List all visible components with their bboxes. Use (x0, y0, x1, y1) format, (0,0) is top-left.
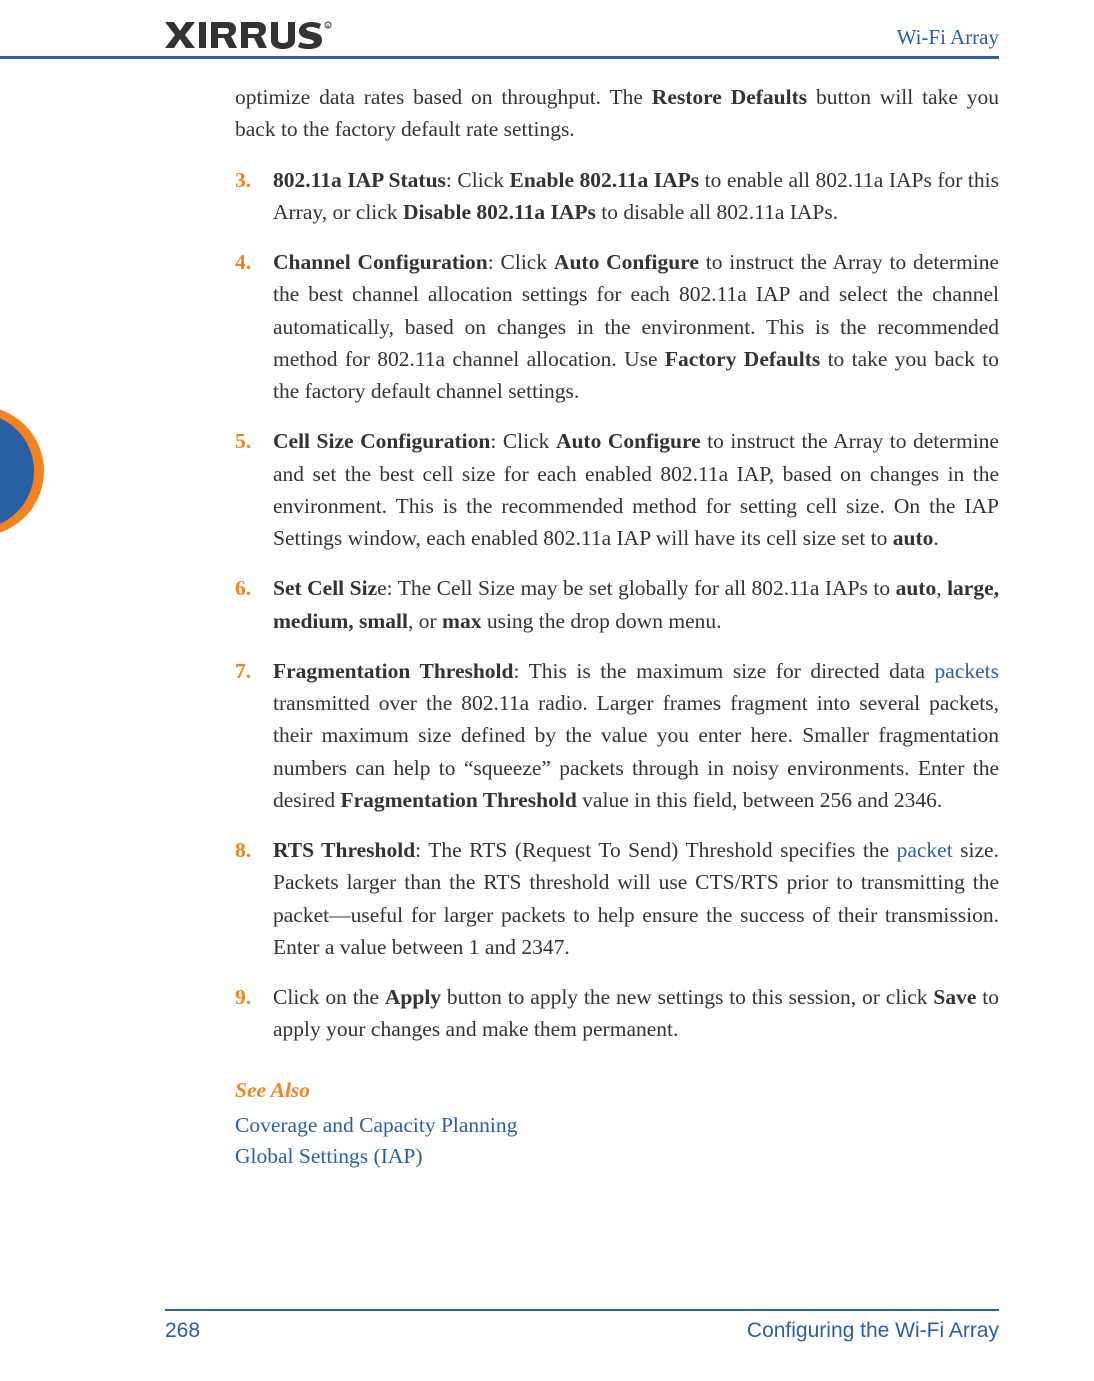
see-also-link[interactable]: Global Settings (IAP) (235, 1141, 999, 1172)
page-header: R Wi-Fi Array (0, 20, 999, 59)
item-text: Cell Size Configuration (273, 429, 490, 453)
item-text: value in this field, between 256 and 234… (577, 788, 942, 812)
numbered-item: 6.Set Cell Size: The Cell Size may be se… (235, 572, 999, 637)
numbered-item: 3.802.11a IAP Status: Click Enable 802.1… (235, 164, 999, 229)
item-text: button to apply the new settings to this… (441, 985, 933, 1009)
numbered-item: 8.RTS Threshold: The RTS (Request To Sen… (235, 834, 999, 963)
item-body: 802.11a IAP Status: Click Enable 802.11a… (273, 164, 999, 229)
item-text: : Click (490, 429, 556, 453)
item-number: 3. (235, 164, 273, 229)
numbered-item: 4.Channel Configuration: Click Auto Conf… (235, 246, 999, 407)
numbered-item: 5.Cell Size Configuration: Click Auto Co… (235, 425, 999, 554)
item-text: , or (408, 609, 442, 633)
item-body: Channel Configuration: Click Auto Config… (273, 246, 999, 407)
page-number: 268 (165, 1319, 200, 1343)
item-number: 8. (235, 834, 273, 963)
item-number: 4. (235, 246, 273, 407)
item-text: Set Cell Siz (273, 576, 377, 600)
glossary-link[interactable]: packets (935, 659, 999, 683)
intro-paragraph: optimize data rates based on throughput.… (235, 81, 999, 146)
footer-section-title: Configuring the Wi-Fi Array (747, 1319, 999, 1343)
item-text: : The RTS (Request To Send) Threshold sp… (415, 838, 896, 862)
item-text: Auto Configure (554, 250, 699, 274)
item-text: Click on the (273, 985, 385, 1009)
item-text: Auto Configure (556, 429, 701, 453)
item-text: : This is the maximum size for directed … (514, 659, 935, 683)
intro-text-bold: Restore Defaults (652, 85, 807, 109)
item-text: : Click (488, 250, 554, 274)
brand-logo: R (165, 20, 335, 50)
item-text: , (936, 576, 947, 600)
item-text: Disable 802.11a IAPs (403, 200, 596, 224)
item-text: : Click (446, 168, 510, 192)
item-text: Fragmentation Threshold (340, 788, 576, 812)
item-body: Click on the Apply button to apply the n… (273, 981, 999, 1046)
item-body: RTS Threshold: The RTS (Request To Send)… (273, 834, 999, 963)
item-text: auto (893, 526, 934, 550)
see-also-link[interactable]: Coverage and Capacity Planning (235, 1110, 999, 1141)
item-text: 802.11a IAP Status (273, 168, 446, 192)
item-text: auto (896, 576, 937, 600)
header-product-label: Wi-Fi Array (897, 25, 999, 50)
side-tab-decoration (0, 406, 48, 536)
page-footer: 268 Configuring the Wi-Fi Array (165, 1309, 999, 1343)
numbered-item: 9.Click on the Apply button to apply the… (235, 981, 999, 1046)
item-text: max (442, 609, 481, 633)
item-text: Factory Defaults (665, 347, 820, 371)
item-text: Save (933, 985, 976, 1009)
item-number: 9. (235, 981, 273, 1046)
item-text: Apply (385, 985, 441, 1009)
item-body: Fragmentation Threshold: This is the max… (273, 655, 999, 816)
numbered-item: 7.Fragmentation Threshold: This is the m… (235, 655, 999, 816)
item-text: . (933, 526, 938, 550)
page-content: optimize data rates based on throughput.… (0, 59, 999, 1172)
item-body: Cell Size Configuration: Click Auto Conf… (273, 425, 999, 554)
item-body: Set Cell Size: The Cell Size may be set … (273, 572, 999, 637)
item-number: 6. (235, 572, 273, 637)
item-number: 7. (235, 655, 273, 816)
intro-text-pre: optimize data rates based on throughput.… (235, 85, 652, 109)
item-text: to disable all 802.11a IAPs. (596, 200, 838, 224)
item-text: Fragmentation Threshold (273, 659, 514, 683)
item-number: 5. (235, 425, 273, 554)
item-text: RTS Threshold (273, 838, 415, 862)
item-text: using the drop down menu. (481, 609, 721, 633)
see-also-heading: See Also (235, 1074, 999, 1106)
item-text: e: The Cell Size may be set globally for… (377, 576, 895, 600)
glossary-link[interactable]: packet (897, 838, 953, 862)
item-text: Channel Configuration (273, 250, 488, 274)
item-text: Enable 802.11a IAPs (509, 168, 699, 192)
